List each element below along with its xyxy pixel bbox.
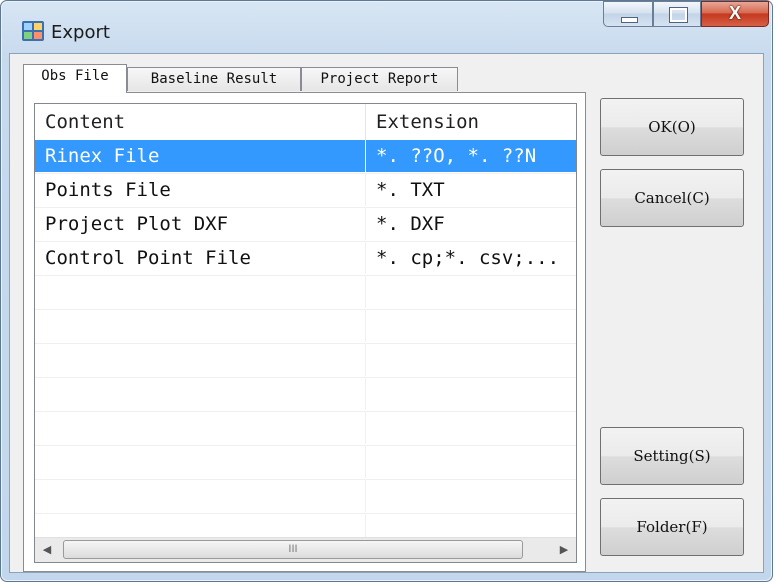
list-item-content: Rinex File: [35, 140, 366, 172]
scroll-right-arrow-icon[interactable]: ▶: [552, 538, 576, 562]
app-icon: [22, 21, 44, 41]
column-header-extension[interactable]: Extension: [366, 104, 576, 140]
list-rows: Rinex File *. ??O, *. ??N Points File *. TX…: [35, 140, 576, 548]
empty-list-row: [35, 344, 576, 378]
list-item[interactable]: Project Plot DXF *. DXF: [35, 208, 576, 242]
list-item[interactable]: Rinex File *. ??O, *. ??N: [35, 140, 576, 174]
empty-list-row: [35, 446, 576, 480]
minimize-icon: [621, 17, 638, 23]
list-item-extension: *. DXF: [376, 213, 445, 235]
empty-cell: [366, 446, 576, 478]
tab-project-report[interactable]: Project Report: [301, 67, 458, 91]
list-header: Content Extension: [35, 104, 576, 140]
maximize-icon: [669, 7, 688, 23]
export-content-list[interactable]: Content Extension Rinex File *. ??O, *. ?…: [34, 103, 577, 563]
empty-cell: [366, 378, 576, 410]
empty-list-row: [35, 276, 576, 310]
close-button[interactable]: X: [701, 1, 769, 27]
list-item-extension: *. ??O, *. ??N: [366, 140, 576, 172]
tab-baseline-result[interactable]: Baseline Result: [127, 67, 301, 91]
close-icon: X: [728, 3, 741, 23]
title-bar[interactable]: Export X: [1, 1, 772, 53]
list-item-content: Points File: [35, 174, 366, 206]
empty-cell: [35, 378, 366, 410]
scrollbar-grip: III: [288, 543, 298, 555]
empty-list-row: [35, 378, 576, 412]
dialog-client-area: Obs File Baseline Result Project Report …: [9, 53, 764, 573]
list-item-extension: *. TXT: [376, 179, 445, 201]
export-dialog-window: Export X Obs File Baseline Result Projec…: [0, 0, 773, 582]
empty-cell: [366, 344, 576, 376]
window-title: Export: [51, 22, 110, 43]
empty-list-row: [35, 480, 576, 514]
maximize-button[interactable]: [653, 1, 701, 27]
list-item-content: Control Point File: [35, 242, 366, 274]
empty-cell: [366, 480, 576, 512]
caption-buttons: X: [603, 1, 769, 29]
empty-cell: [35, 480, 366, 512]
scroll-left-arrow-icon[interactable]: ◀: [35, 538, 59, 562]
list-item-content: Project Plot DXF: [35, 208, 366, 240]
empty-cell: [366, 310, 576, 342]
empty-cell: [366, 276, 576, 308]
minimize-button[interactable]: [603, 1, 653, 27]
tab-panel-obs-file: Content Extension Rinex File *. ??O, *. ?…: [23, 92, 586, 572]
list-item[interactable]: Points File *. TXT: [35, 174, 576, 208]
empty-cell: [366, 412, 576, 444]
ok-button[interactable]: OK(O): [600, 98, 744, 156]
scrollbar-thumb[interactable]: III: [63, 540, 523, 559]
setting-button[interactable]: Setting(S): [600, 427, 744, 485]
cancel-button[interactable]: Cancel(C): [600, 169, 744, 227]
empty-cell: [35, 310, 366, 342]
empty-cell: [35, 276, 366, 308]
empty-cell: [35, 446, 366, 478]
empty-list-row: [35, 412, 576, 446]
empty-cell: [35, 412, 366, 444]
empty-list-row: [35, 310, 576, 344]
horizontal-scrollbar[interactable]: ◀ III ▶: [35, 537, 576, 562]
folder-button[interactable]: Folder(F): [600, 498, 744, 556]
empty-cell: [35, 344, 366, 376]
tab-obs-file[interactable]: Obs File: [23, 64, 127, 93]
column-header-content[interactable]: Content: [35, 104, 366, 140]
list-item[interactable]: Control Point File *. cp;*. csv;...: [35, 242, 576, 276]
list-item-extension: *. cp;*. csv;...: [376, 247, 560, 269]
